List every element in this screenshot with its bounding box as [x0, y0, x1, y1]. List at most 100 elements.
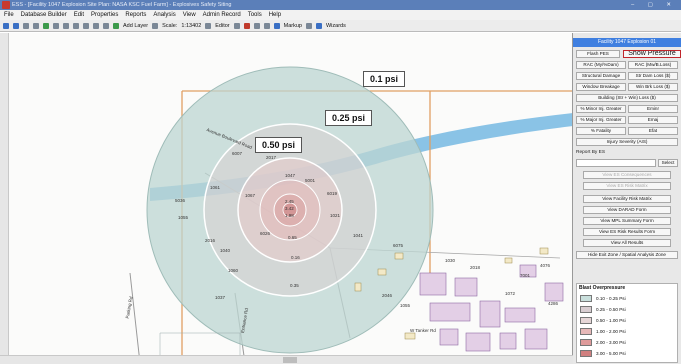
- copy-icon[interactable]: [83, 22, 89, 29]
- map-vertical-scrollbar[interactable]: [0, 33, 9, 355]
- building-label: 1060: [228, 268, 239, 273]
- wizards-button[interactable]: Wizards: [326, 20, 346, 32]
- rac-mw-button[interactable]: RAC (Mw/B.Loss): [628, 61, 678, 69]
- emaj-button[interactable]: Emaj: [628, 116, 678, 124]
- legend-title: Blast Overpressure: [579, 285, 626, 291]
- print-icon[interactable]: [63, 22, 69, 29]
- menu-tools[interactable]: Tools: [248, 10, 262, 20]
- building-label: 1030: [445, 258, 456, 263]
- select-button[interactable]: Select: [658, 159, 678, 167]
- building-label: 6026: [260, 231, 271, 236]
- view-all-results-button[interactable]: View All Results: [583, 239, 671, 247]
- view-es-risk-results-button[interactable]: View ES Risk Results Form: [583, 228, 671, 236]
- toolbar: Add Layer Scale: 1:13402 Editor Markup W…: [0, 20, 681, 32]
- building-label: 1037: [215, 295, 226, 300]
- major-injury-button[interactable]: % Major Inj. Greater: [576, 116, 626, 124]
- menu-reports[interactable]: Reports: [125, 10, 146, 20]
- building-label: 1040: [220, 248, 231, 253]
- scrollbar-thumb[interactable]: [283, 357, 297, 363]
- win-brk-loss-button[interactable]: Win Brk Loss ($): [628, 83, 678, 91]
- legend-swatch: [580, 317, 592, 324]
- legend-label: 0.25 - 0.50 Psi: [596, 307, 626, 312]
- menu-database-builder[interactable]: Database Builder: [21, 10, 67, 20]
- report-by-es-label: Report By ES: [576, 150, 606, 155]
- measure-icon[interactable]: [273, 22, 280, 29]
- grid-icon[interactable]: [253, 22, 260, 29]
- menu-edit[interactable]: Edit: [74, 10, 84, 20]
- menu-properties[interactable]: Properties: [91, 10, 118, 20]
- layer-dropdown-icon[interactable]: [152, 22, 159, 29]
- view-es-risk-matrix-button[interactable]: View ES Risk Matrix: [583, 182, 671, 190]
- window-controls[interactable]: – ▢ ✕: [631, 0, 677, 10]
- view-mpl-summary-button[interactable]: View MPL Summary Form: [583, 217, 671, 225]
- structural-damage-button[interactable]: Structural Damage: [576, 72, 626, 80]
- editor-button[interactable]: Editor: [215, 20, 229, 32]
- cut-icon[interactable]: [73, 22, 79, 29]
- flash-pes-button[interactable]: Flash PES: [576, 50, 620, 58]
- menu-help[interactable]: Help: [269, 10, 281, 20]
- globe-icon[interactable]: [43, 22, 49, 29]
- legend-row: 0.25 - 0.50 Psi: [580, 305, 626, 314]
- building-cluster: [419, 264, 564, 352]
- rac-my-button[interactable]: RAC (My/%Dam): [576, 61, 626, 69]
- add-layer-icon[interactable]: [113, 22, 119, 29]
- window-breakage-button[interactable]: Window Breakage: [576, 83, 626, 91]
- menu-file[interactable]: File: [4, 10, 14, 20]
- building-label: 2017: [266, 155, 277, 160]
- building-label: 2016: [205, 238, 216, 243]
- building: [544, 282, 564, 302]
- view-darad-form-button[interactable]: View DARAD Form: [583, 206, 671, 214]
- dropdown-icon[interactable]: [205, 22, 212, 29]
- building-label: 4286: [548, 301, 559, 306]
- menu-admin-record[interactable]: Admin Record: [203, 10, 241, 20]
- zoom-out-icon[interactable]: [13, 22, 19, 29]
- full-extent-icon[interactable]: [23, 22, 29, 29]
- building-label: 7001: [520, 273, 531, 278]
- building: [354, 282, 362, 292]
- view-facility-risk-matrix-button[interactable]: View Facility Risk Matrix: [583, 195, 671, 203]
- str-dam-loss-button[interactable]: Str Dam Loss ($): [628, 72, 678, 80]
- pan-icon[interactable]: [33, 22, 39, 29]
- app-icon: [2, 1, 10, 9]
- fatality-button[interactable]: % Fatality: [576, 127, 626, 135]
- scale-value[interactable]: 1:13402: [181, 20, 201, 32]
- markup-dropdown-icon[interactable]: [305, 22, 312, 29]
- building: [404, 332, 416, 340]
- road: [129, 272, 141, 364]
- menu-analysis[interactable]: Analysis: [153, 10, 175, 20]
- injury-severity-button[interactable]: Injury Severity (AIS): [576, 138, 678, 146]
- minor-injury-button[interactable]: % Minor Inj. Greater: [576, 105, 626, 113]
- edit-tool-icon[interactable]: [233, 22, 240, 29]
- identify-icon[interactable]: [53, 22, 59, 29]
- menu-view[interactable]: View: [183, 10, 196, 20]
- show-pressure-button[interactable]: Show Pressure: [623, 50, 681, 58]
- panel-tab-facility[interactable]: Facility 1047 Explosion 01: [573, 38, 681, 47]
- undo-icon[interactable]: [103, 22, 109, 29]
- building-label: 2046: [382, 293, 393, 298]
- efat-button[interactable]: Efat: [628, 127, 678, 135]
- map-view[interactable]: 0.1 psi 0.25 psi 0.50 psi Avenue Bouleva…: [0, 33, 573, 364]
- window-title: ESS - [Facility 1047 Explosion Site Plan…: [12, 2, 232, 8]
- legend-label: 0.10 - 0.25 Psi: [596, 296, 626, 301]
- building-label: 5036: [175, 198, 186, 203]
- legend: Blast Overpressure 0.10 - 0.25 Psi 0.25 …: [576, 283, 678, 363]
- building-label: 4076: [540, 263, 551, 268]
- markup-button[interactable]: Markup: [284, 20, 302, 32]
- delete-icon[interactable]: [243, 22, 250, 29]
- es-select[interactable]: [576, 159, 656, 167]
- zoom-in-icon[interactable]: [3, 22, 9, 29]
- map-horizontal-scrollbar[interactable]: [0, 355, 573, 364]
- building: [504, 257, 513, 264]
- hide-exit-zone-button[interactable]: Hide Exit Zone / Spatial Analysis Zone: [576, 251, 678, 259]
- view-es-consequences-button[interactable]: View ES Consequences: [583, 171, 671, 179]
- building-loss-button[interactable]: Building (Str + Win) Loss ($): [576, 94, 678, 102]
- wizard-icon[interactable]: [315, 22, 322, 29]
- legend-row: 1.00 - 2.00 Psi: [580, 327, 626, 336]
- add-layer-label[interactable]: Add Layer: [123, 20, 148, 32]
- select-tool-icon[interactable]: [263, 22, 270, 29]
- legend-row: 0.10 - 0.25 Psi: [580, 294, 626, 303]
- eminr-button[interactable]: Eminr: [628, 105, 678, 113]
- building-label: 1041: [353, 233, 364, 238]
- menu-bar: File Database Builder Edit Properties Re…: [0, 10, 681, 20]
- paste-icon[interactable]: [93, 22, 99, 29]
